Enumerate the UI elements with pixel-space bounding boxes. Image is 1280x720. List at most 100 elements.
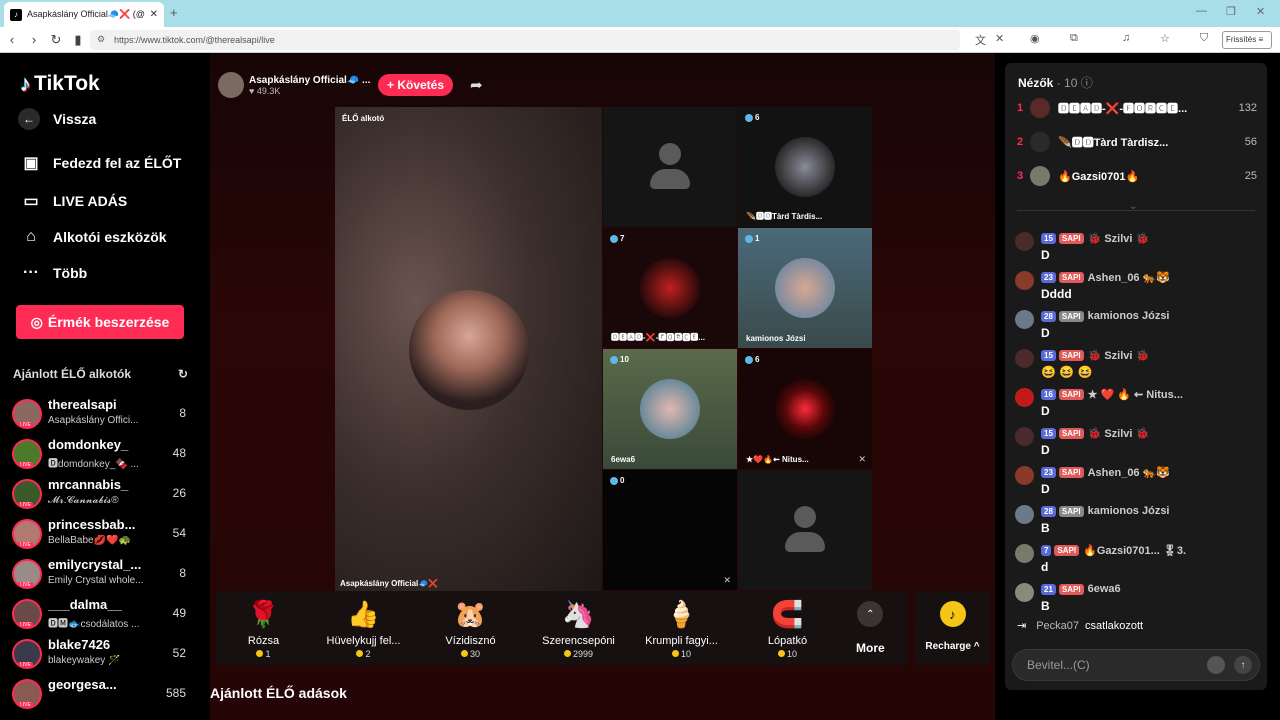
chat-username[interactable]: Ashen_06 🐅🐯 xyxy=(1088,271,1170,284)
avatar[interactable] xyxy=(1015,349,1034,368)
new-tab-button[interactable]: + xyxy=(170,5,178,20)
host-avatar[interactable] xyxy=(218,72,244,98)
forward-icon[interactable]: › xyxy=(24,32,44,47)
follow-button[interactable]: + Követés xyxy=(378,74,453,96)
creator-item[interactable]: LIVE blake7426 blakeywakey 🪄 52 xyxy=(12,637,188,673)
avatar[interactable] xyxy=(1015,583,1034,602)
tiktok-logo[interactable]: ♪ TikTok xyxy=(20,71,100,97)
chat-username[interactable]: Ashen_06 🐅🐯 xyxy=(1088,466,1170,479)
menu-live-studio[interactable]: ▭ LIVE ADÁS xyxy=(20,191,127,211)
guest-tile-empty[interactable] xyxy=(603,107,737,227)
send-icon[interactable]: ↑ xyxy=(1234,656,1252,674)
star-icon[interactable]: ☆ xyxy=(1160,32,1170,45)
guest-tile-empty[interactable] xyxy=(738,470,872,590)
avatar[interactable] xyxy=(1015,544,1034,563)
back-button[interactable]: ← Vissza xyxy=(18,108,96,130)
creator-item[interactable]: LIVE princessbab... BellaBabe💋❤️🐢 54 xyxy=(12,517,188,553)
guest-tile[interactable]: 1 kamionos Józsi xyxy=(738,228,872,348)
refresh-button[interactable]: Frissítés ≡ xyxy=(1222,31,1272,49)
chat-input[interactable]: Bevitel...(C) ↑ xyxy=(1012,649,1260,681)
close-window-icon[interactable]: ✕ xyxy=(1256,5,1265,18)
chat-username[interactable]: kamionos Józsi xyxy=(1088,505,1170,517)
gift-item[interactable]: 🌹 Rózsa 1 xyxy=(216,599,311,659)
creator-item[interactable]: LIVE emilycrystal_... Emily Crystal whole.… xyxy=(12,557,188,593)
chat-username[interactable]: 🐞 Szilvi 🐞 xyxy=(1088,349,1150,362)
host-info[interactable]: Asapkáslány Official🧢 ... ♥ 49.3K xyxy=(218,71,370,99)
puzzle-icon[interactable]: ⧉ xyxy=(1070,32,1078,45)
unicorn-icon: 🦄 xyxy=(562,599,595,629)
main-video[interactable]: ÉLŐ alkotó Asapkáslány Official🧢❌ xyxy=(335,107,602,591)
avatar[interactable] xyxy=(1015,466,1034,485)
url-field[interactable]: ⚙ https://www.tiktok.com/@therealsapi/li… xyxy=(90,30,960,50)
guest-tile[interactable]: 7 🅳🅴🅰🅳-❌-🅵🅾🆁🅲🅴... xyxy=(603,228,737,348)
menu-explore-live[interactable]: ▣ Fedezd fel az ÉLŐT xyxy=(20,153,181,173)
guest-tile[interactable]: 6 ★❤️🔥⇜ Nitus... ✕ xyxy=(738,349,872,469)
emoji-icon[interactable] xyxy=(1207,656,1225,674)
thumbs-up-icon: 👍 xyxy=(347,599,380,629)
share-icon[interactable]: ➦ xyxy=(470,76,483,94)
avatar xyxy=(1030,166,1050,186)
joined-username[interactable]: Pecka07 xyxy=(1036,620,1079,632)
avatar[interactable] xyxy=(1015,388,1034,407)
gift-item[interactable]: 🦄 Szerencsepóni 2999 xyxy=(531,599,626,659)
menu-creator-tools[interactable]: ⌂ Alkotói eszközök xyxy=(20,228,166,246)
chat-username[interactable]: 🐞 Szilvi 🐞 xyxy=(1088,232,1150,245)
bookmark-icon[interactable]: ▮ xyxy=(68,32,88,48)
close-tab-icon[interactable]: ✕ xyxy=(150,9,158,20)
maximize-icon[interactable]: ❐ xyxy=(1226,5,1236,18)
guest-score-value: 1 xyxy=(755,234,760,243)
minimize-icon[interactable]: — xyxy=(1196,5,1207,17)
creator-nick: 🅳🅼🐟csodálatos ... xyxy=(48,619,140,630)
avatar[interactable] xyxy=(1015,271,1034,290)
guest-name: ★❤️🔥⇜ Nitus... xyxy=(746,455,809,464)
more-gifts-button[interactable]: ⌃ More xyxy=(856,601,885,655)
chat-username[interactable]: ★ ❤️ 🔥 ⇜ Nitus... xyxy=(1088,388,1183,401)
back-icon[interactable]: ‹ xyxy=(2,32,22,47)
chat-username[interactable]: kamionos Józsi xyxy=(1088,310,1170,322)
avatar: LIVE xyxy=(12,519,42,549)
menu-more[interactable]: ··· Több xyxy=(20,264,87,282)
creator-item[interactable]: LIVE georgesa... 585 xyxy=(12,677,188,713)
extension-icon[interactable]: ✕ xyxy=(995,32,1004,45)
avatar[interactable] xyxy=(1015,232,1034,251)
creator-item[interactable]: LIVE therealsapi Asapkáslány Offici... 8 xyxy=(12,397,188,433)
info-icon[interactable]: ⓘ xyxy=(1081,76,1093,90)
level-badge: 23 xyxy=(1041,272,1056,283)
refresh-icon[interactable]: ↻ xyxy=(178,367,188,381)
more-label: More xyxy=(856,641,885,655)
recharge-button[interactable]: ♪ Recharge ^ xyxy=(915,591,990,665)
avatar[interactable] xyxy=(1015,310,1034,329)
guest-tile[interactable]: 0 ✕ xyxy=(603,470,737,590)
gift-item[interactable]: 🍦 Krumpli fagyi... 10 xyxy=(634,599,729,659)
site-info-icon[interactable]: ⚙ xyxy=(97,34,105,45)
gift-item[interactable]: 🧲 Lópatkó 10 xyxy=(740,599,835,659)
translate-icon[interactable]: 文 xyxy=(975,32,986,48)
chat-username[interactable]: 🔥Gazsi0701... 🎖3. xyxy=(1083,544,1186,557)
creator-item[interactable]: LIVE domdonkey_ 🅳domdonkey_🍫 ... 48 xyxy=(12,437,188,473)
gift-item[interactable]: 🐹 Vízidisznó 30 xyxy=(423,599,518,659)
top-viewer-row[interactable]: 1 🅳🅴🅰🅳-❌-🅵🅾🆁🅲🅴... 132 xyxy=(1017,96,1257,120)
guest-tile[interactable]: 6 🪶🅳🅳Tàrd Tàrdis... xyxy=(738,107,872,227)
shield-icon[interactable]: ⛉ xyxy=(1200,32,1208,45)
reload-icon[interactable]: ↻ xyxy=(46,32,66,48)
gift-item[interactable]: 👍 Hüvelykujj fel... 2 xyxy=(316,599,411,659)
creator-item[interactable]: LIVE mrcannabis_ 𝓜𝓻.𝓒𝓪𝓷𝓷𝓪𝓫𝓲𝓼® 26 xyxy=(12,477,188,513)
host-name[interactable]: Asapkáslány Official🧢 ... xyxy=(249,75,370,86)
creator-item[interactable]: LIVE ___dalma__ 🅳🅼🐟csodálatos ... 49 xyxy=(12,597,188,633)
top-viewer-row[interactable]: 3 🔥Gazsi0701🔥 25 xyxy=(1017,164,1257,188)
chat-username[interactable]: 🐞 Szilvi 🐞 xyxy=(1088,427,1150,440)
guest-tile[interactable]: 10 6ewa6 xyxy=(603,349,737,469)
message-header: 15 SAPI 🐞 Szilvi 🐞 xyxy=(1041,427,1153,440)
browser-tab[interactable]: ♪ Asapkáslány Official🧢❌ (@ ✕ xyxy=(4,2,164,27)
extension-icon[interactable]: ◉ xyxy=(1030,32,1040,45)
chat-username[interactable]: 6ewa6 xyxy=(1088,583,1121,595)
top-viewer-row[interactable]: 2 🪶🅳🅳Tàrd Tàrdisz... 56 xyxy=(1017,130,1257,154)
coins-label: Érmék beszerzése xyxy=(47,314,170,330)
get-coins-button[interactable]: ◎ Érmék beszerzése xyxy=(16,305,184,339)
music-icon[interactable]: ♫ xyxy=(1122,32,1130,44)
avatar[interactable] xyxy=(1015,505,1034,524)
creator-nick: 🅳domdonkey_🍫 ... xyxy=(48,459,139,470)
avatar[interactable] xyxy=(1015,427,1034,446)
gift-price: 30 xyxy=(423,649,518,659)
guest-name: kamionos Józsi xyxy=(746,334,806,343)
